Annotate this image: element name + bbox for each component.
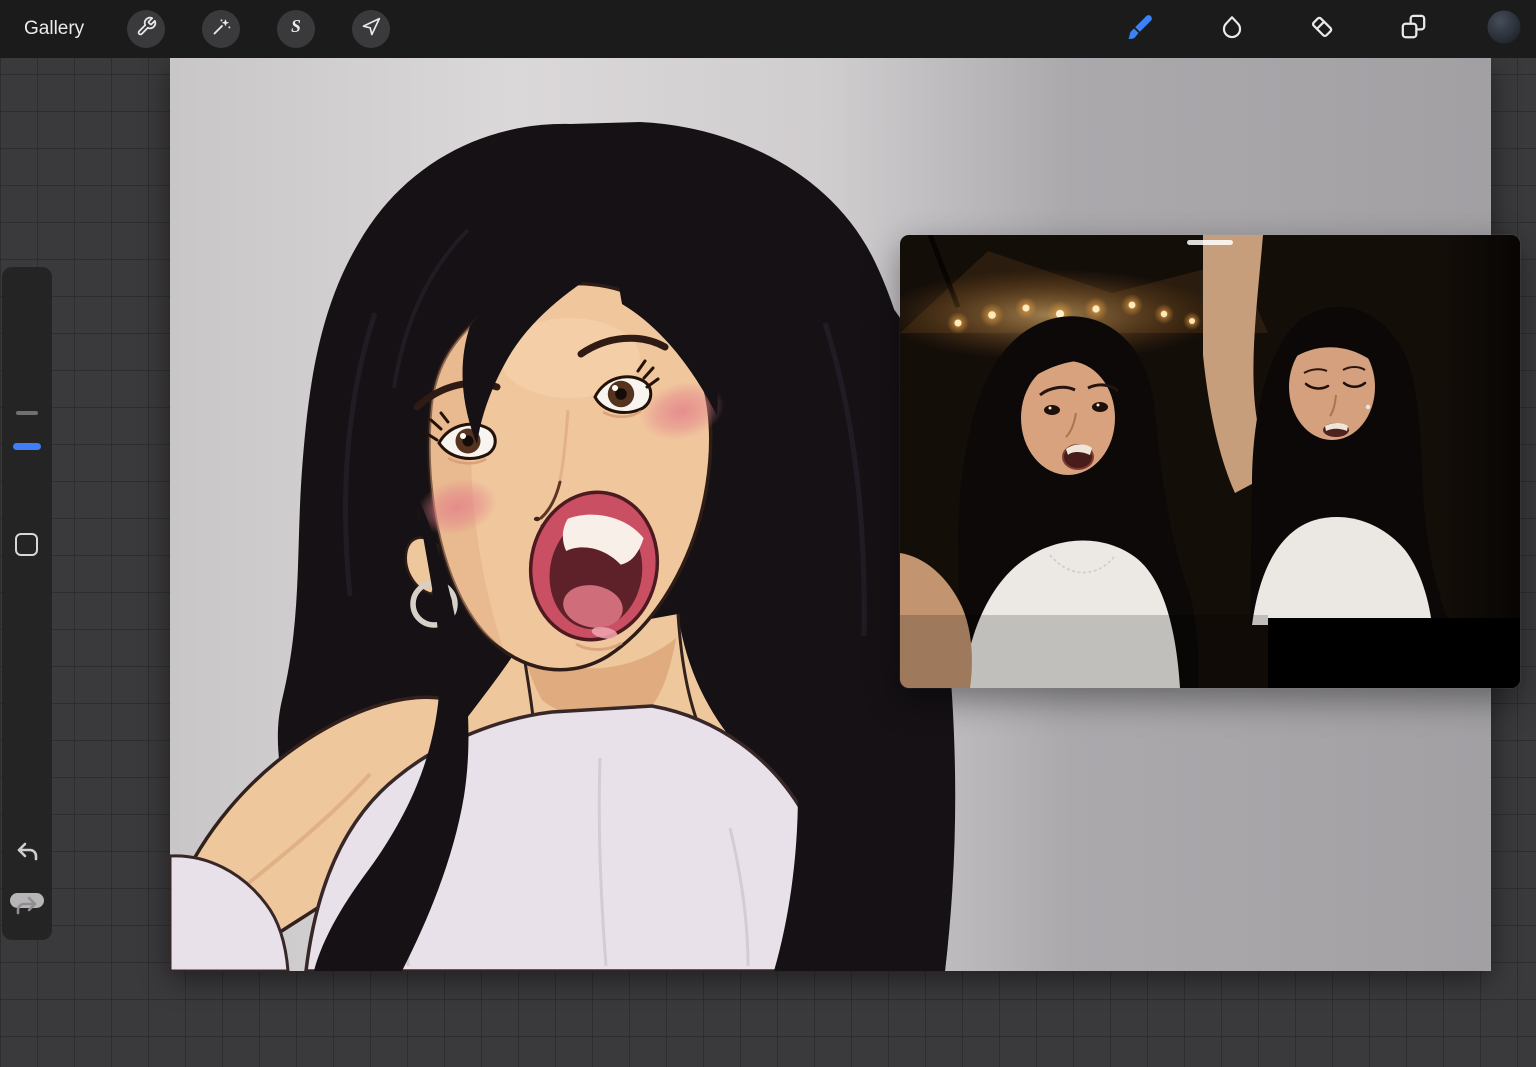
brush-size-handle[interactable] xyxy=(13,443,41,450)
transform-button[interactable] xyxy=(352,10,390,48)
canvas[interactable] xyxy=(170,58,1491,971)
workspace-background: Gallery S xyxy=(0,0,1536,1067)
smudge-icon xyxy=(1219,14,1245,45)
layers-icon xyxy=(1400,13,1427,45)
undo-icon xyxy=(14,839,40,868)
reference-window[interactable] xyxy=(900,235,1520,688)
gallery-button[interactable]: Gallery xyxy=(24,0,84,58)
reference-black-box xyxy=(1268,618,1520,688)
sidebar-controls xyxy=(2,267,52,940)
transform-arrow-icon xyxy=(361,17,381,42)
smudge-tool-button[interactable] xyxy=(1214,11,1250,47)
magic-wand-icon xyxy=(211,16,232,42)
paint-tool-button[interactable] xyxy=(1122,11,1158,47)
selection-button[interactable]: S xyxy=(277,10,315,48)
erase-tool-button[interactable] xyxy=(1304,11,1340,47)
reference-photo xyxy=(900,235,1520,688)
brush-size-tick xyxy=(16,411,38,415)
color-circle xyxy=(1486,9,1522,50)
undo-button[interactable] xyxy=(13,839,41,867)
redo-icon xyxy=(14,893,40,922)
selection-s-icon: S xyxy=(285,16,307,43)
opacity-slider[interactable] xyxy=(2,557,52,787)
adjustments-button[interactable] xyxy=(202,10,240,48)
actions-button[interactable] xyxy=(127,10,165,48)
eraser-icon xyxy=(1309,13,1336,45)
brush-icon xyxy=(1125,12,1155,47)
svg-text:S: S xyxy=(291,16,301,36)
modify-button[interactable] xyxy=(15,533,38,556)
top-toolbar: Gallery S xyxy=(0,0,1536,58)
layers-button[interactable] xyxy=(1395,11,1431,47)
redo-button[interactable] xyxy=(13,893,41,921)
reference-drag-handle[interactable] xyxy=(1187,240,1233,245)
wrench-icon xyxy=(136,16,157,42)
brush-size-slider[interactable] xyxy=(2,267,52,517)
color-button[interactable] xyxy=(1486,11,1522,47)
